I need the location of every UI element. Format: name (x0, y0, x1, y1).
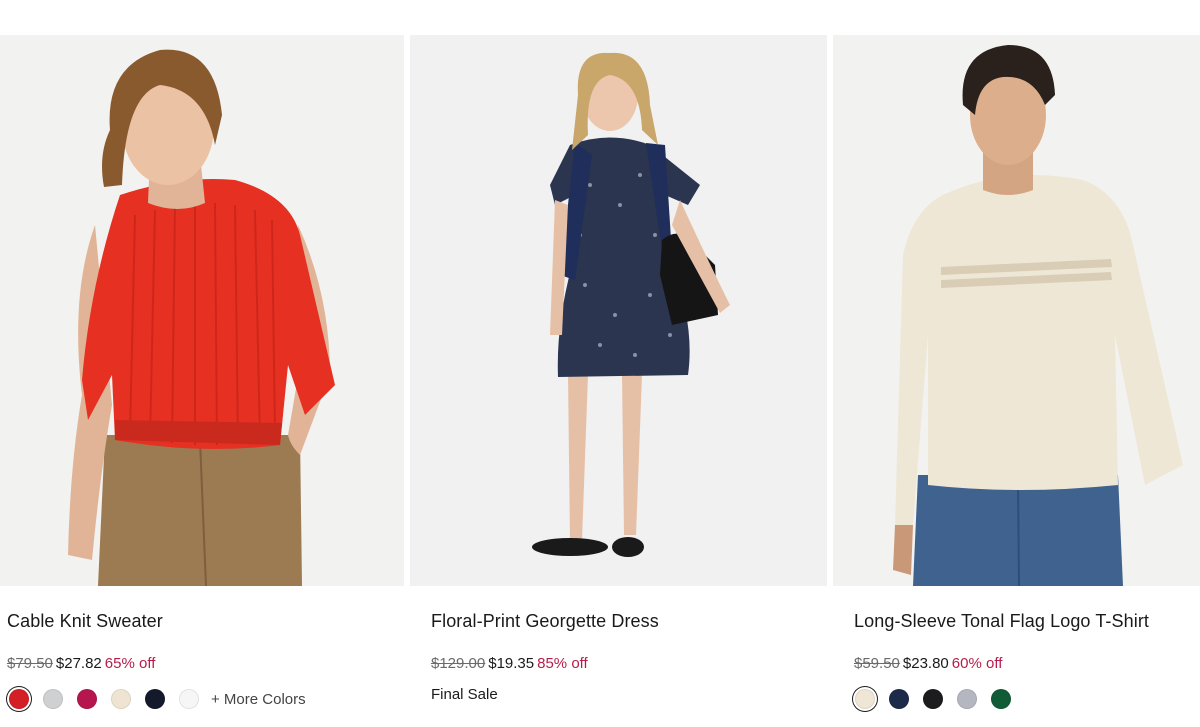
product-image-cable-knit-sweater[interactable] (0, 35, 404, 586)
color-swatch-navy[interactable] (145, 689, 165, 709)
color-swatch-grey[interactable] (957, 689, 977, 709)
product-grid: Cable Knit Sweater $79.50 $27.82 65% off +… (0, 35, 1200, 727)
product-photo (0, 35, 404, 586)
product-title[interactable]: Long-Sleeve Tonal Flag Logo T-Shirt (854, 611, 1149, 632)
product-title[interactable]: Cable Knit Sweater (7, 611, 163, 632)
product-image-floral-dress[interactable] (410, 35, 827, 586)
original-price: $129.00 (431, 655, 486, 672)
color-swatch-white[interactable] (179, 689, 199, 709)
price-row: $59.50 $23.80 60% off (854, 655, 1002, 672)
color-swatch-cream[interactable] (855, 689, 875, 709)
more-colors-link[interactable]: + More Colors (211, 691, 306, 708)
sale-price: $19.35 (488, 655, 535, 672)
color-swatch-berry[interactable] (77, 689, 97, 709)
product-photo (833, 35, 1200, 586)
product-card-cable-knit-sweater[interactable]: Cable Knit Sweater $79.50 $27.82 65% off +… (0, 35, 404, 727)
discount-label: 60% off (951, 655, 1003, 672)
color-swatch-black[interactable] (923, 689, 943, 709)
price-row: $129.00 $19.35 85% off (431, 655, 588, 672)
product-title[interactable]: Floral-Print Georgette Dress (431, 611, 659, 632)
discount-label: 65% off (104, 655, 156, 672)
product-photo (410, 35, 827, 586)
color-swatch-red[interactable] (9, 689, 29, 709)
product-card-floral-dress[interactable]: Floral-Print Georgette Dress $129.00 $19.… (410, 35, 827, 727)
product-image-flag-logo-tshirt[interactable] (833, 35, 1200, 586)
original-price: $79.50 (7, 655, 53, 672)
final-sale-label: Final Sale (431, 686, 498, 703)
color-swatches (855, 689, 1025, 709)
color-swatch-navy[interactable] (889, 689, 909, 709)
product-card-flag-logo-tshirt[interactable]: Long-Sleeve Tonal Flag Logo T-Shirt $59.… (833, 35, 1200, 727)
discount-label: 85% off (537, 655, 588, 672)
color-swatch-ivory[interactable] (111, 689, 131, 709)
original-price: $59.50 (854, 655, 900, 672)
color-swatches: + More Colors (9, 689, 306, 709)
sale-price: $27.82 (55, 655, 102, 672)
sale-price: $23.80 (902, 655, 949, 672)
price-row: $79.50 $27.82 65% off (7, 655, 155, 672)
color-swatch-green[interactable] (991, 689, 1011, 709)
color-swatch-grey[interactable] (43, 689, 63, 709)
